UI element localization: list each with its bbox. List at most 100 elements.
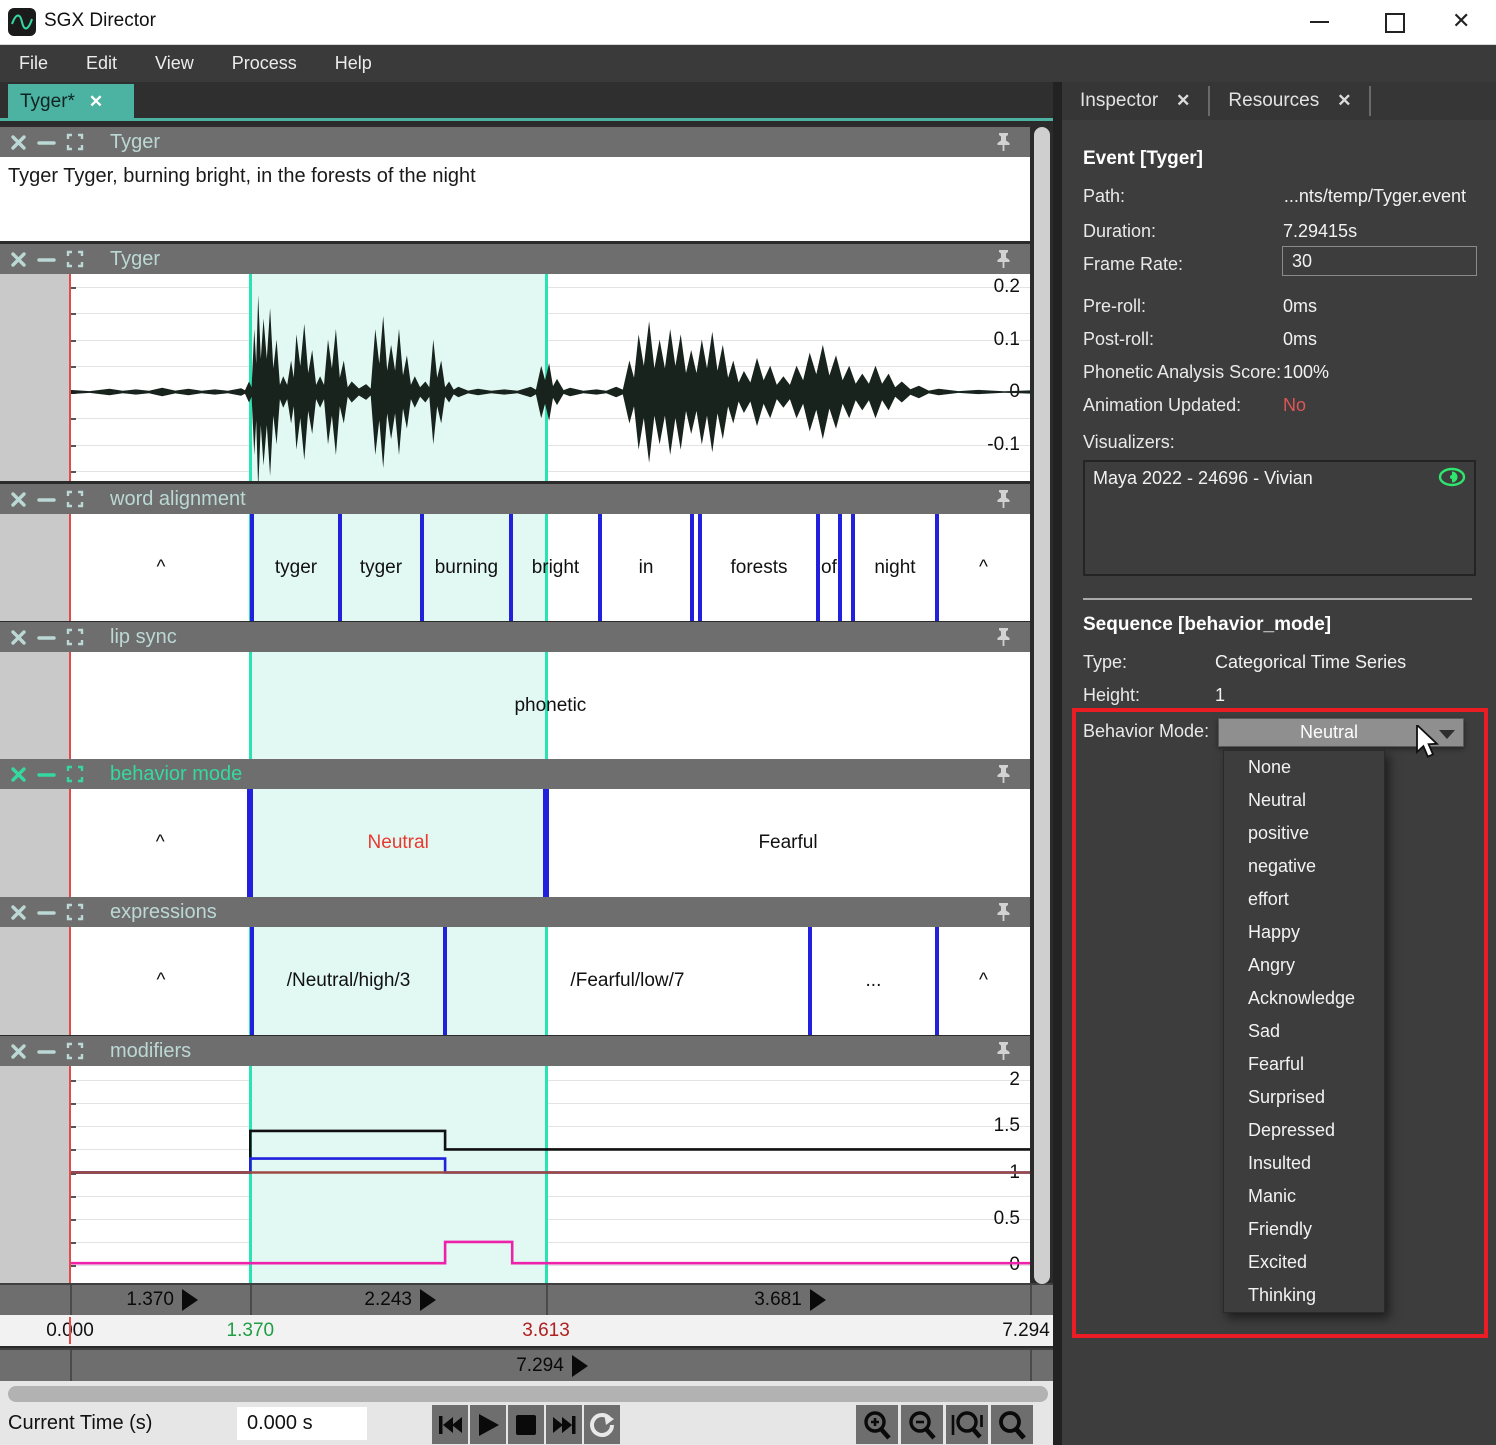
pin-icon[interactable] — [995, 489, 1012, 514]
track-canvas-expressions[interactable]: ^/Neutral/high/3/Fearful/low/7...^ — [0, 927, 1030, 1035]
track-canvas-behavior-mode[interactable]: ^NeutralFearful — [0, 789, 1030, 897]
timeline-segment[interactable]: 2.243 — [250, 1285, 548, 1315]
playhead-line[interactable] — [69, 274, 71, 481]
segment-play-icon[interactable] — [810, 1289, 826, 1311]
track-close-icon[interactable] — [10, 1043, 27, 1060]
track-close-icon[interactable] — [10, 251, 27, 268]
visualizer-list[interactable]: Maya 2022 - 24696 - Vivian — [1083, 460, 1476, 576]
minimize-icon[interactable] — [1310, 21, 1329, 23]
selection-edge[interactable] — [249, 652, 252, 759]
menu-file[interactable]: File — [0, 45, 67, 82]
timeline-scale[interactable]: 0.0001.3703.6137.294 — [0, 1315, 1053, 1346]
cell-boundary[interactable] — [247, 789, 253, 897]
track-collapse-icon[interactable] — [37, 629, 56, 646]
menu-process[interactable]: Process — [213, 45, 316, 82]
track-canvas-modifiers[interactable]: 21.510.50 — [0, 1066, 1030, 1284]
track-expand-icon[interactable] — [66, 765, 84, 783]
cell-boundary[interactable] — [838, 514, 842, 621]
dropdown-option-thinking[interactable]: Thinking — [1224, 1279, 1384, 1312]
menu-view[interactable]: View — [136, 45, 213, 82]
dropdown-option-sad[interactable]: Sad — [1224, 1015, 1384, 1048]
track-expand-icon[interactable] — [66, 490, 84, 508]
playhead-line[interactable] — [69, 652, 71, 759]
selection-region[interactable] — [250, 652, 546, 759]
cell-boundary[interactable] — [851, 514, 855, 621]
track-expand-icon[interactable] — [66, 250, 84, 268]
tab-close-icon[interactable]: ✕ — [89, 92, 103, 112]
pin-icon[interactable] — [995, 764, 1012, 789]
segment-play-icon[interactable] — [182, 1289, 198, 1311]
cell-boundary[interactable] — [598, 514, 602, 621]
cell-boundary[interactable] — [698, 514, 702, 621]
cell-boundary[interactable] — [690, 514, 694, 621]
dropdown-option-manic[interactable]: Manic — [1224, 1180, 1384, 1213]
track-close-icon[interactable] — [10, 134, 27, 151]
cell-boundary[interactable] — [420, 514, 424, 621]
track-canvas-Tyger[interactable]: 0.20.10-0.1 — [0, 274, 1030, 481]
cell-boundary[interactable] — [338, 514, 342, 621]
maximize-icon[interactable] — [1385, 13, 1405, 33]
track-collapse-icon[interactable] — [37, 134, 56, 151]
vertical-scrollbar[interactable] — [1034, 127, 1050, 1284]
track-collapse-icon[interactable] — [37, 251, 56, 268]
tab-inspector[interactable]: Inspector ✕ — [1062, 82, 1208, 120]
zoom-in-button[interactable] — [856, 1405, 898, 1444]
cell-boundary[interactable] — [250, 514, 254, 621]
track-expand-icon[interactable] — [66, 628, 84, 646]
cell-boundary[interactable] — [509, 514, 513, 621]
frame-rate-input[interactable]: 30 — [1282, 246, 1477, 276]
dropdown-option-fearful[interactable]: Fearful — [1224, 1048, 1384, 1081]
visualizer-item[interactable]: Maya 2022 - 24696 - Vivian — [1093, 468, 1313, 489]
tab-tyger[interactable]: Tyger* ✕ — [8, 84, 134, 120]
loop-button[interactable] — [584, 1405, 620, 1444]
skip-start-button[interactable] — [432, 1405, 468, 1444]
zoom-selection-button[interactable] — [946, 1405, 988, 1444]
dropdown-option-friendly[interactable]: Friendly — [1224, 1213, 1384, 1246]
playhead-line[interactable] — [69, 789, 71, 897]
dropdown-option-negative[interactable]: negative — [1224, 850, 1384, 883]
timeline-segment[interactable]: 3.681 — [546, 1285, 1032, 1315]
visibility-eye-icon[interactable] — [1438, 467, 1466, 492]
track-close-icon[interactable] — [10, 904, 27, 921]
dropdown-option-happy[interactable]: Happy — [1224, 916, 1384, 949]
cell-boundary[interactable] — [935, 927, 939, 1035]
track-expand-icon[interactable] — [66, 133, 84, 151]
track-canvas-word-alignment[interactable]: ^tygertygerburningbrightinforestsofnight… — [0, 514, 1030, 621]
horizontal-scrollbar[interactable] — [8, 1386, 1048, 1402]
close-icon[interactable]: ✕ — [1452, 8, 1470, 34]
stop-button[interactable] — [508, 1405, 544, 1444]
dropdown-option-angry[interactable]: Angry — [1224, 949, 1384, 982]
pin-icon[interactable] — [995, 902, 1012, 927]
tab-resources[interactable]: Resources ✕ — [1210, 82, 1369, 120]
cell-boundary[interactable] — [816, 514, 820, 621]
dropdown-option-effort[interactable]: effort — [1224, 883, 1384, 916]
cell-boundary[interactable] — [808, 927, 812, 1035]
pin-icon[interactable] — [995, 249, 1012, 274]
dropdown-option-positive[interactable]: positive — [1224, 817, 1384, 850]
current-time-input[interactable]: 0.000 s — [237, 1407, 367, 1440]
timeline-segment[interactable]: 1.370 — [70, 1285, 252, 1315]
segment-play-icon[interactable] — [572, 1355, 588, 1377]
track-expand-icon[interactable] — [66, 903, 84, 921]
track-canvas-lip-sync[interactable]: phonetic — [0, 652, 1030, 759]
dropdown-option-insulted[interactable]: Insulted — [1224, 1147, 1384, 1180]
tab-inspector-close-icon[interactable]: ✕ — [1176, 91, 1190, 111]
skip-end-button[interactable] — [546, 1405, 582, 1444]
track-collapse-icon[interactable] — [37, 766, 56, 783]
track-expand-icon[interactable] — [66, 1042, 84, 1060]
playhead-tick[interactable] — [69, 1317, 71, 1344]
zoom-fit-button[interactable] — [991, 1405, 1033, 1444]
cell-boundary[interactable] — [443, 927, 447, 1035]
timeline-segment[interactable]: 7.294 — [70, 1350, 1032, 1381]
pin-icon[interactable] — [995, 1041, 1012, 1066]
track-close-icon[interactable] — [10, 629, 27, 646]
pin-icon[interactable] — [995, 132, 1012, 157]
track-collapse-icon[interactable] — [37, 491, 56, 508]
playhead-line[interactable] — [69, 927, 71, 1035]
zoom-out-button[interactable] — [901, 1405, 943, 1444]
track-close-icon[interactable] — [10, 766, 27, 783]
tab-resources-close-icon[interactable]: ✕ — [1337, 91, 1351, 111]
menu-help[interactable]: Help — [316, 45, 391, 82]
track-collapse-icon[interactable] — [37, 904, 56, 921]
dropdown-option-depressed[interactable]: Depressed — [1224, 1114, 1384, 1147]
